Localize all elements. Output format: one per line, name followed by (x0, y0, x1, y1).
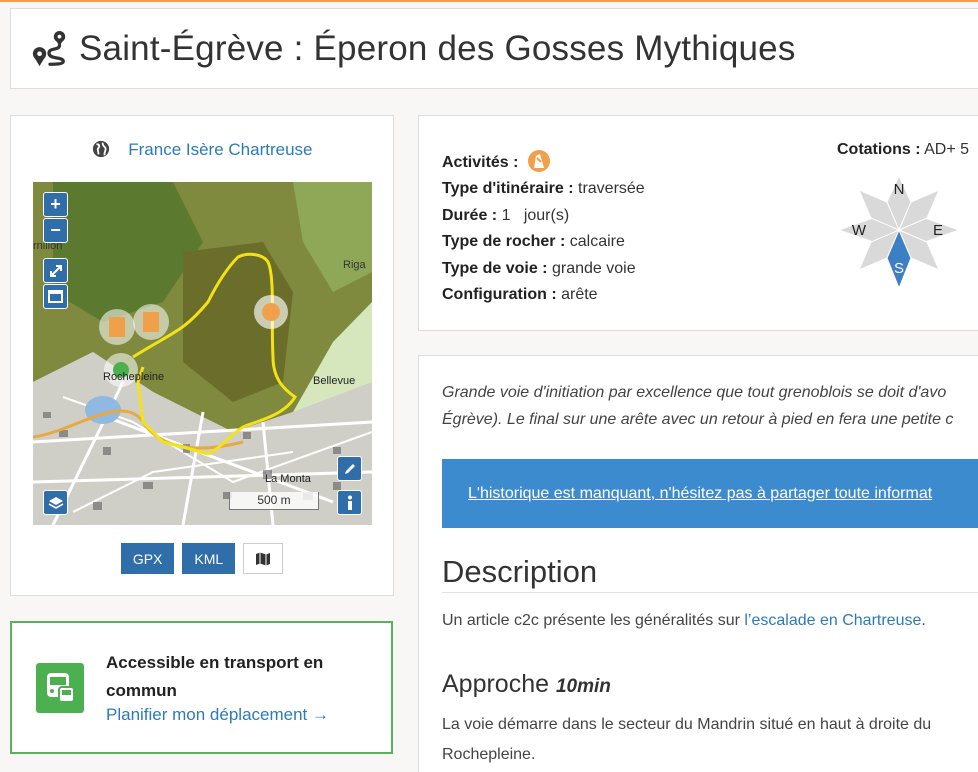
map-card: France Isère Chartreuse rnillon Riga Roc… (10, 115, 394, 596)
content-card: Grande voie d'initiation par excellence … (418, 355, 978, 772)
map-label-rigal: Riga (343, 259, 367, 271)
window-icon (48, 290, 63, 303)
map-label-rochepleine: Rochepleine (103, 371, 164, 383)
route-info-card: Activités : Type d'itinéraire : traversé… (418, 115, 978, 331)
rose-east: E (933, 222, 943, 239)
approach-text: La voie démarre dans le secteur du Mandr… (442, 716, 932, 763)
configuration-row: Configuration : arête (442, 286, 598, 304)
route-properties: Activités : Type d'itinéraire : traversé… (442, 149, 645, 308)
activities-row: Activités : (442, 149, 645, 176)
rock-type-row: Type de rocher : calcaire (442, 233, 625, 251)
approach-time: 10min (555, 676, 611, 697)
orientation-rose: N S E W (837, 174, 961, 290)
description-text: Un article c2c présente les généralités … (442, 612, 926, 629)
bus-icon (36, 663, 84, 713)
edit-button[interactable] (337, 456, 362, 481)
gpx-button[interactable]: GPX (120, 543, 175, 574)
zoom-out-button[interactable]: − (43, 218, 68, 243)
route-summary: Grande voie d'initiation par excellence … (442, 384, 954, 428)
ratings: Cotations : AD+ 5 (837, 141, 970, 158)
climbing-type-row: Type de voie : grande voie (442, 259, 636, 277)
globe-icon (92, 140, 109, 158)
approach-heading: Approche 10min (442, 670, 611, 698)
history-banner[interactable]: L'historique est manquant, n'hésitez pas… (442, 459, 978, 528)
pencil-icon (344, 463, 355, 474)
map-view-button[interactable] (43, 284, 68, 309)
rose-west: W (852, 222, 867, 239)
layers-button[interactable] (43, 490, 68, 515)
map-icon (256, 552, 271, 565)
route-map[interactable]: rnillon Riga Rochepleine Bellevue La Mon… (33, 182, 372, 525)
transport-title: Accessible en transport en commun (106, 653, 324, 700)
info-icon (347, 495, 352, 510)
history-banner-link[interactable]: L'historique est manquant, n'hésitez pas… (468, 485, 932, 503)
map-label-la-monta: La Monta (265, 473, 312, 485)
plan-trip-link[interactable]: Planifier mon déplacement → (106, 705, 329, 725)
top-accent-line (0, 0, 978, 2)
fullscreen-button[interactable] (43, 258, 68, 283)
transport-card: Accessible en transport en commun Planif… (10, 621, 393, 754)
zoom-in-button[interactable]: + (43, 192, 68, 217)
map-label-bellevue: Bellevue (313, 375, 355, 387)
download-buttons: GPX KML (11, 543, 393, 574)
rose-south: S (894, 260, 904, 277)
rose-north: N (894, 181, 905, 198)
layers-icon (48, 496, 63, 509)
description-heading: Description (442, 554, 978, 593)
route-icon (32, 30, 66, 66)
kml-button[interactable]: KML (182, 543, 236, 574)
duration-row: Durée : 1 jour(s) (442, 206, 570, 224)
page-title-text: Saint-Égrève : Éperon des Gosses Mythiqu… (79, 28, 796, 68)
page-title: Saint-Égrève : Éperon des Gosses Mythiqu… (31, 29, 796, 69)
info-button[interactable] (337, 490, 362, 515)
rock-climbing-icon (527, 150, 550, 172)
map-scale: 500 m (229, 492, 319, 510)
chartreuse-climbing-link[interactable]: l’escalade en Chartreuse (744, 612, 921, 629)
route-type-row: Type d'itinéraire : traversée (442, 180, 645, 198)
title-card: Saint-Égrève : Éperon des Gosses Mythiqu… (10, 8, 978, 89)
area-breadcrumb: France Isère Chartreuse (11, 140, 393, 160)
area-link[interactable]: France Isère Chartreuse (128, 140, 312, 159)
open-map-button[interactable] (243, 543, 284, 574)
expand-icon (49, 264, 62, 277)
map-canvas: rnillon Riga Rochepleine Bellevue La Mon… (33, 182, 372, 525)
